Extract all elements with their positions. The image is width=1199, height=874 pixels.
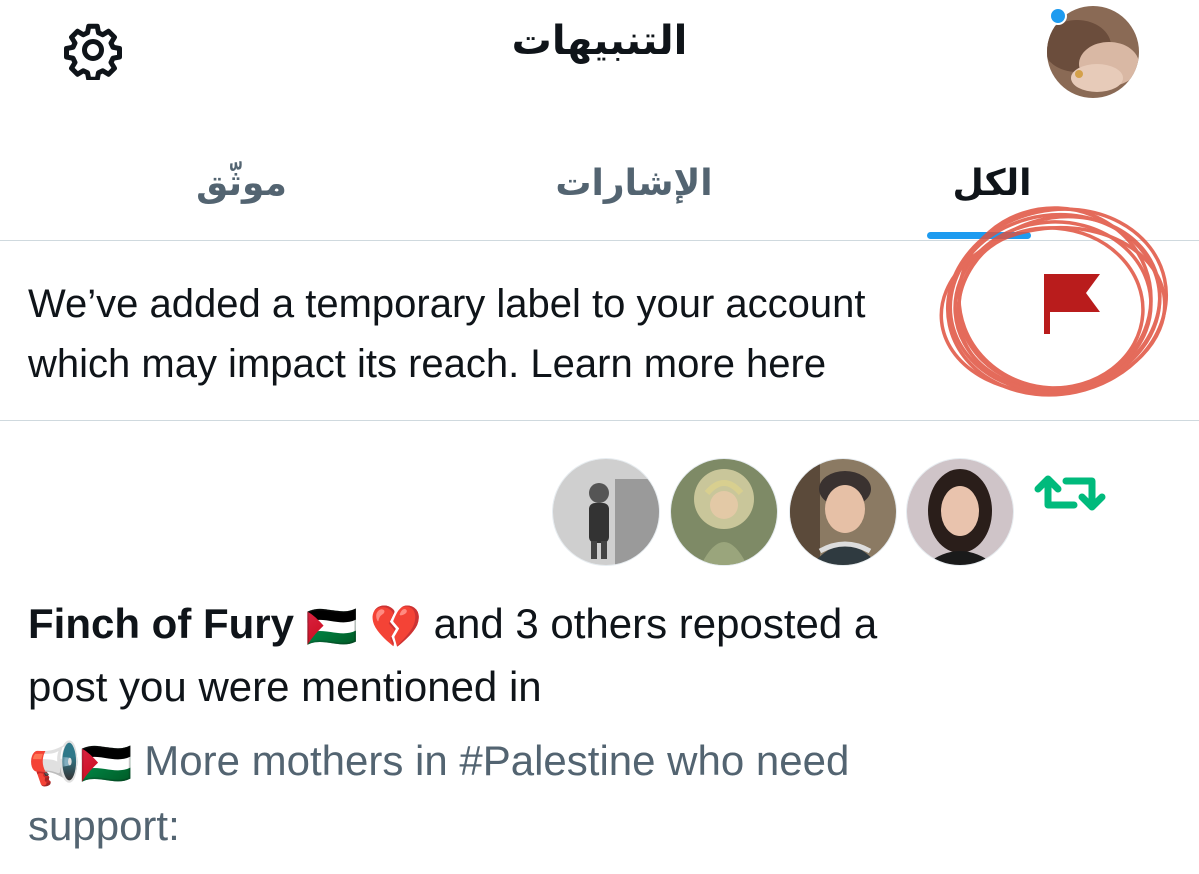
action-text: and 3 others reposted a <box>433 600 878 647</box>
profile-avatar-button[interactable] <box>1047 4 1143 100</box>
post-preview-line-1: 📢🇵🇸 More mothers in #Palestine who need <box>28 730 988 795</box>
post-text-line-1: More mothers in #Palestine who need <box>144 737 850 784</box>
notif-line-2: post you were mentioned in <box>28 662 542 710</box>
actor-emoji: 🇵🇸 💔 <box>305 602 422 650</box>
megaphone-flag-emoji: 📢🇵🇸 <box>28 739 133 787</box>
tab-mentions-label: الإشارات <box>555 162 713 204</box>
divider <box>0 420 1199 421</box>
notice-line-1: We’ve added a temporary label to your ac… <box>28 282 866 326</box>
actor-name[interactable]: Finch of Fury <box>28 600 294 647</box>
page-title: التنبيهات <box>511 18 688 64</box>
reposter-avatar[interactable] <box>552 458 660 566</box>
notice-line-2: which may impact its reach. Learn more h… <box>28 342 827 386</box>
flag-icon <box>1044 274 1100 334</box>
notif-line-1: Finch of Fury 🇵🇸 💔 and 3 others reposted… <box>28 594 1028 657</box>
notice-text: We’ve added a temporary label to your ac… <box>28 274 1018 394</box>
tab-verified-label: موثّق <box>196 162 287 204</box>
tab-verified[interactable]: موثّق <box>0 125 483 241</box>
repost-icon <box>1034 475 1106 511</box>
tab-mentions[interactable]: الإشارات <box>483 125 785 241</box>
repost-notification-text[interactable]: Finch of Fury 🇵🇸 💔 and 3 others reposted… <box>28 594 1028 717</box>
reposter-avatar[interactable] <box>789 458 897 566</box>
post-text-line-2: support: <box>28 801 180 849</box>
post-preview[interactable]: 📢🇵🇸 More mothers in #Palestine who need … <box>28 730 988 857</box>
reposter-avatar[interactable] <box>906 458 1014 566</box>
unread-dot <box>1049 7 1067 25</box>
reposter-avatar[interactable] <box>670 458 778 566</box>
